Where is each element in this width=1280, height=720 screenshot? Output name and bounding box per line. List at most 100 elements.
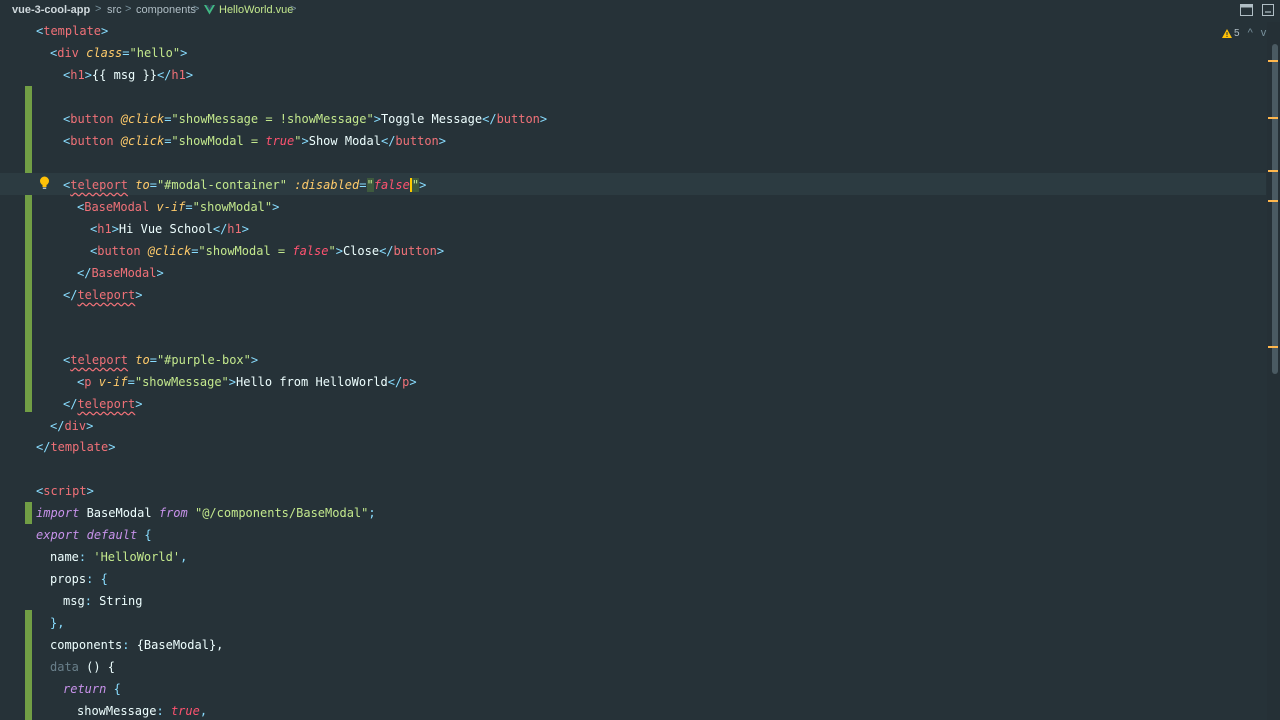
code-line[interactable]: <p v-if="showMessage">Hello from HelloWo… bbox=[77, 371, 417, 393]
code-line[interactable]: <h1>Hi Vue School</h1> bbox=[90, 218, 249, 240]
token: > bbox=[101, 24, 109, 38]
code-line[interactable]: <BaseModal v-if="showModal"> bbox=[77, 196, 279, 218]
token: > bbox=[373, 112, 381, 126]
gutter-change-marker[interactable] bbox=[25, 86, 32, 412]
attribute-value: "#purple-box" bbox=[156, 353, 251, 367]
tag-name: h1 bbox=[70, 68, 85, 82]
breadcrumb-file[interactable]: HelloWorld.vue bbox=[219, 4, 293, 16]
token: = bbox=[122, 46, 130, 60]
lightbulb-intention-icon[interactable] bbox=[39, 176, 50, 190]
code-line[interactable]: <template> bbox=[36, 20, 108, 42]
code-line[interactable]: <h1>{{ msg }}</h1> bbox=[63, 64, 193, 86]
gutter-change-marker[interactable] bbox=[25, 502, 32, 524]
tag-name: button bbox=[393, 244, 437, 258]
tag-name: teleport bbox=[77, 397, 136, 411]
gutter-change-marker[interactable] bbox=[25, 610, 32, 720]
window-layout-icon[interactable] bbox=[1240, 4, 1253, 16]
token: > bbox=[335, 244, 343, 258]
code-line[interactable]: msg: String bbox=[63, 590, 143, 612]
token: > bbox=[86, 419, 94, 433]
vue-file-icon bbox=[204, 5, 215, 15]
minimize-editor-icon[interactable] bbox=[1262, 4, 1274, 16]
token: > bbox=[272, 200, 280, 214]
keyword: default bbox=[86, 528, 138, 542]
inspection-widget[interactable]: 5 ^ v bbox=[1222, 27, 1266, 39]
breadcrumb-project[interactable]: vue-3-cool-app bbox=[12, 4, 90, 16]
breadcrumb-separator: > bbox=[125, 3, 132, 15]
boolean-literal: true bbox=[265, 134, 295, 148]
code-line[interactable]: <script> bbox=[36, 480, 94, 502]
attribute-value: " bbox=[328, 244, 336, 258]
attribute-value: "showModal = bbox=[171, 134, 266, 148]
text-content: Show Modal bbox=[308, 134, 381, 148]
code-line[interactable]: <teleport to="#purple-box"> bbox=[63, 349, 258, 371]
breadcrumb-folder-components[interactable]: components bbox=[136, 4, 196, 16]
token: > bbox=[409, 375, 417, 389]
code-line[interactable]: </BaseModal> bbox=[77, 262, 164, 284]
token: </ bbox=[482, 112, 497, 126]
attribute-value: "showModal = bbox=[198, 244, 293, 258]
token: { bbox=[106, 682, 121, 696]
attribute-value: "showModal" bbox=[192, 200, 273, 214]
token: > bbox=[301, 134, 309, 148]
breadcrumb-folder-src[interactable]: src bbox=[107, 4, 122, 16]
code-line[interactable]: props: { bbox=[50, 568, 108, 590]
text-cursor: " bbox=[409, 178, 420, 192]
code-line[interactable]: </teleport> bbox=[63, 284, 142, 306]
code-line[interactable]: showMessage: true, bbox=[77, 700, 207, 720]
code-line[interactable]: export default { bbox=[36, 524, 152, 546]
next-problem-button[interactable]: v bbox=[1261, 27, 1267, 39]
tag-name: p bbox=[84, 375, 92, 389]
property-key: msg bbox=[63, 594, 85, 608]
token: > bbox=[86, 484, 94, 498]
code-line[interactable]: </template> bbox=[36, 436, 115, 458]
tag-name: button bbox=[395, 134, 439, 148]
code-line[interactable]: return { bbox=[63, 678, 121, 700]
tag-name: h1 bbox=[227, 222, 242, 236]
token: > bbox=[111, 222, 119, 236]
code-line[interactable]: </div> bbox=[50, 415, 93, 437]
token: </ bbox=[387, 375, 403, 389]
token: </ bbox=[77, 266, 92, 280]
code-line[interactable]: }, bbox=[50, 612, 64, 634]
string-literal: "@/components/BaseModal" bbox=[187, 506, 369, 520]
code-line[interactable]: <button @click="showModal = false">Close… bbox=[90, 240, 444, 262]
token: : bbox=[78, 550, 94, 564]
code-line[interactable]: components: {BaseModal}, bbox=[50, 634, 223, 656]
tag-name: template bbox=[50, 440, 109, 454]
tag-name: button bbox=[70, 112, 114, 126]
attribute-name: to bbox=[135, 353, 150, 367]
scrollbar-warning-mark[interactable] bbox=[1268, 170, 1278, 172]
attribute-value: "showMessage" bbox=[134, 375, 229, 389]
scrollbar-warning-mark[interactable] bbox=[1268, 346, 1278, 348]
code-line[interactable]: <button @click="showMessage = !showMessa… bbox=[63, 108, 547, 130]
property-key: name bbox=[50, 550, 79, 564]
code-line[interactable]: <button @click="showModal = true">Show M… bbox=[63, 130, 446, 152]
breadcrumb-separator: > bbox=[95, 3, 102, 15]
scrollbar-warning-mark[interactable] bbox=[1268, 60, 1278, 62]
attribute-name: @click bbox=[147, 244, 192, 258]
tag-name: BaseModal bbox=[84, 200, 150, 214]
code-line[interactable]: data () { bbox=[50, 656, 115, 678]
code-line[interactable]: import BaseModal from "@/components/Base… bbox=[36, 502, 376, 524]
scrollbar-thumb[interactable] bbox=[1272, 44, 1278, 374]
attribute-name: @click bbox=[120, 112, 165, 126]
code-line[interactable]: </teleport> bbox=[63, 393, 142, 415]
previous-problem-button[interactable]: ^ bbox=[1248, 27, 1253, 39]
code-line[interactable]: <teleport to="#modal-container" :disable… bbox=[63, 174, 426, 196]
token: = bbox=[185, 200, 193, 214]
token: </ bbox=[212, 222, 228, 236]
warning-count: 5 bbox=[1234, 27, 1240, 39]
tag-name: button bbox=[97, 244, 141, 258]
method-name: data bbox=[50, 660, 79, 674]
code-line[interactable]: <div class="hello"> bbox=[50, 42, 187, 64]
attribute-value: "hello" bbox=[129, 46, 181, 60]
scrollbar-warning-mark[interactable] bbox=[1268, 117, 1278, 119]
code-line[interactable]: name: 'HelloWorld', bbox=[50, 546, 187, 568]
scrollbar-warning-mark[interactable] bbox=[1268, 200, 1278, 202]
tag-name: h1 bbox=[171, 68, 186, 82]
boolean-literal: true bbox=[170, 704, 200, 718]
property-key: showMessage bbox=[77, 704, 157, 718]
token: </ bbox=[380, 134, 396, 148]
token: > bbox=[108, 440, 116, 454]
